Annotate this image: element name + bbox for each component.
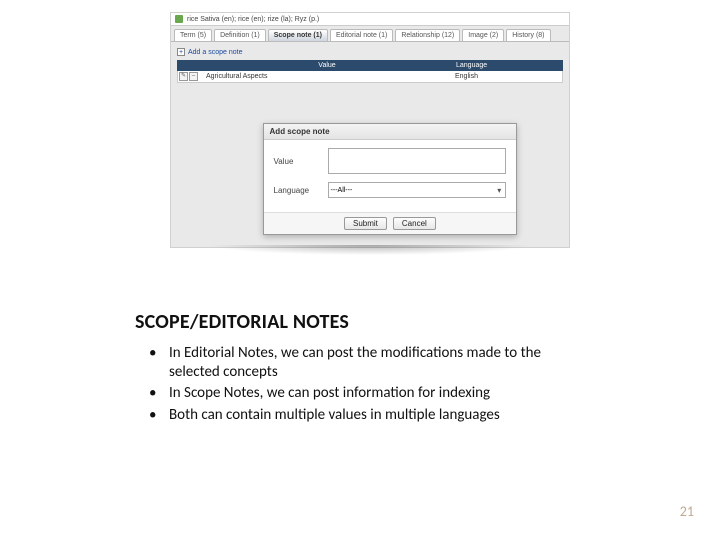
value-input[interactable] bbox=[328, 148, 507, 174]
language-row: Language ---All--- ▾ bbox=[274, 182, 507, 198]
chevron-down-icon: ▾ bbox=[497, 186, 503, 195]
page-number: 21 bbox=[680, 503, 694, 520]
breadcrumb-bar: rice Sativa (en); rice (en); rize (la); … bbox=[171, 13, 569, 26]
value-label: Value bbox=[274, 157, 322, 166]
bullet-list: In Editorial Notes, we can post the modi… bbox=[135, 344, 585, 427]
dialog-footer: Submit Cancel bbox=[264, 212, 517, 234]
tab-label: Scope note (1) bbox=[274, 32, 322, 39]
dialog-title: Add scope note bbox=[264, 124, 517, 140]
language-label: Language bbox=[274, 186, 322, 195]
col-language-header: Language bbox=[453, 60, 563, 71]
grid-header: Value Language bbox=[177, 60, 563, 71]
delete-icon[interactable]: – bbox=[189, 72, 198, 81]
tab-image[interactable]: Image (2) bbox=[462, 29, 504, 41]
tab-strip: Term (5) Definition (1) Scope note (1) E… bbox=[171, 26, 569, 42]
cancel-button[interactable]: Cancel bbox=[393, 217, 436, 230]
tab-history[interactable]: History (8) bbox=[506, 29, 550, 41]
tab-content: + Add a scope note Value Language ✎ – Ag… bbox=[171, 42, 569, 89]
tab-label: Editorial note (1) bbox=[336, 32, 387, 39]
app-screenshot: rice Sativa (en); rice (en); rize (la); … bbox=[170, 12, 570, 248]
value-row: Value bbox=[274, 148, 507, 174]
plus-icon: + bbox=[177, 48, 185, 56]
tab-term[interactable]: Term (5) bbox=[174, 29, 212, 41]
submit-button[interactable]: Submit bbox=[344, 217, 387, 230]
page-title: SCOPE/EDITORIAL NOTES bbox=[135, 310, 349, 334]
tab-label: Definition (1) bbox=[220, 32, 260, 39]
tab-label: Image (2) bbox=[468, 32, 498, 39]
tab-relationship[interactable]: Relationship (12) bbox=[395, 29, 460, 41]
add-link-text: Add a scope note bbox=[188, 49, 243, 56]
submit-label: Submit bbox=[353, 219, 378, 228]
tab-definition[interactable]: Definition (1) bbox=[214, 29, 266, 41]
cancel-label: Cancel bbox=[402, 219, 427, 228]
breadcrumb-text: rice Sativa (en); rice (en); rize (la); … bbox=[187, 16, 319, 23]
list-item: In Editorial Notes, we can post the modi… bbox=[135, 344, 585, 382]
bullet-text: In Scope Notes, we can post information … bbox=[169, 384, 490, 402]
row-value: Agricultural Aspects bbox=[202, 71, 452, 82]
tab-editorial-note[interactable]: Editorial note (1) bbox=[330, 29, 393, 41]
table-row: ✎ – Agricultural Aspects English bbox=[177, 71, 563, 83]
add-scope-note-dialog: Add scope note Value Language ---All--- … bbox=[263, 123, 518, 235]
concept-icon bbox=[175, 15, 183, 23]
col-value-header: Value bbox=[201, 60, 453, 71]
row-language: English bbox=[452, 71, 562, 82]
tab-label: Term (5) bbox=[180, 32, 206, 39]
drop-shadow bbox=[140, 245, 600, 269]
list-item: In Scope Notes, we can post information … bbox=[135, 384, 585, 403]
language-selected-text: ---All--- bbox=[331, 187, 353, 194]
bullet-text: Both can contain multiple values in mult… bbox=[169, 406, 500, 424]
tab-scope-note[interactable]: Scope note (1) bbox=[268, 29, 328, 41]
edit-icon[interactable]: ✎ bbox=[179, 72, 188, 81]
add-scope-note-link[interactable]: + Add a scope note bbox=[177, 48, 563, 56]
language-select[interactable]: ---All--- ▾ bbox=[328, 182, 507, 198]
tab-label: History (8) bbox=[512, 32, 544, 39]
tab-label: Relationship (12) bbox=[401, 32, 454, 39]
bullet-text: In Editorial Notes, we can post the modi… bbox=[169, 344, 541, 381]
list-item: Both can contain multiple values in mult… bbox=[135, 406, 585, 425]
